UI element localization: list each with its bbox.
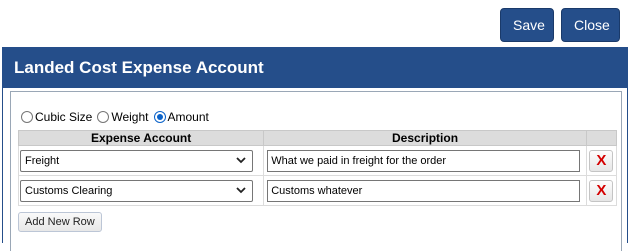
top-toolbar: Save Close (500, 8, 620, 42)
account-cell: Freight (17, 145, 265, 176)
expense-account-value: Customs Clearing (25, 184, 113, 197)
account-cell: Customs Clearing (17, 175, 265, 206)
radio-cubic-size-label[interactable]: Cubic Size (35, 110, 92, 124)
chevron-down-icon (236, 156, 246, 163)
description-input[interactable]: What we paid in freight for the order (267, 149, 581, 172)
description-input[interactable]: Customs whatever (267, 179, 581, 202)
add-new-row-button[interactable]: Add New Row (18, 212, 102, 232)
header-description: Description (263, 130, 587, 146)
panel-title: Landed Cost Expense Account (3, 48, 627, 88)
delete-row-button[interactable]: X (589, 149, 614, 172)
allocation-radio-group: Cubic Size Weight Amount (18, 110, 211, 124)
delete-cell: X (585, 175, 618, 206)
radio-amount[interactable] (153, 111, 166, 123)
save-button[interactable]: Save (500, 8, 554, 42)
radio-weight[interactable] (97, 111, 110, 123)
expense-account-select[interactable]: Freight (20, 149, 253, 172)
description-cell: What we paid in freight for the order (263, 145, 587, 176)
delete-cell: X (585, 145, 618, 176)
table-row: Customs Clearing Customs whatever X (17, 175, 618, 206)
radio-cubic-size[interactable] (21, 111, 33, 123)
close-icon: X (596, 151, 607, 169)
radio-weight-label[interactable]: Weight (111, 110, 148, 124)
expense-account-value: Freight (25, 154, 60, 167)
header-actions (585, 130, 618, 146)
radio-amount-label[interactable]: Amount (168, 110, 209, 124)
table-header-row: Expense Account Description (17, 130, 618, 146)
delete-row-button[interactable]: X (589, 179, 614, 202)
chevron-down-icon (236, 186, 246, 193)
header-expense-account: Expense Account (17, 130, 265, 146)
expense-account-select[interactable]: Customs Clearing (20, 179, 253, 202)
expense-table: Expense Account Description Freight What… (17, 130, 618, 206)
table-row: Freight What we paid in freight for the … (17, 145, 618, 176)
landed-cost-panel: Landed Cost Expense Account Cubic Size W… (2, 47, 628, 251)
description-cell: Customs whatever (263, 175, 587, 206)
close-button[interactable]: Close (561, 8, 620, 42)
panel-body: Cubic Size Weight Amount Expense Account… (10, 91, 622, 251)
close-icon: X (596, 181, 607, 199)
